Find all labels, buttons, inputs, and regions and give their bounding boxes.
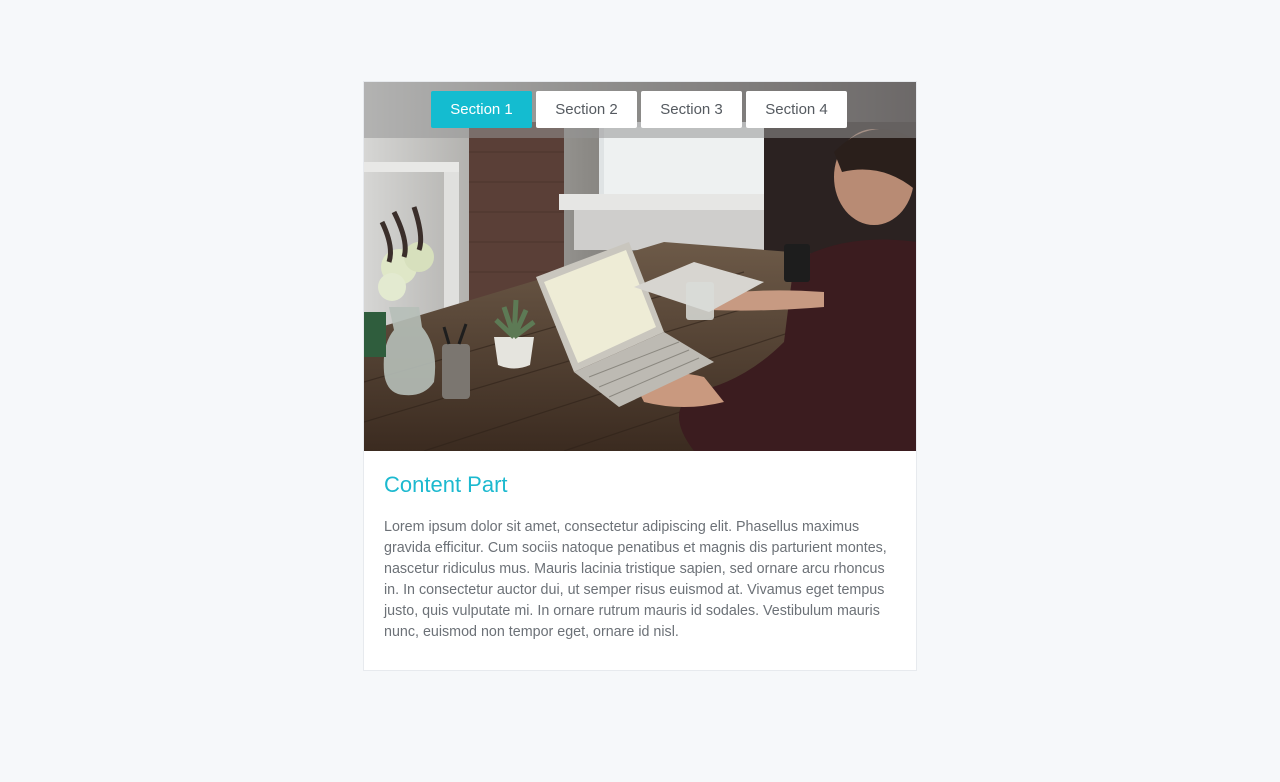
tab-section-2[interactable]: Section 2 (536, 91, 637, 128)
tab-section-1[interactable]: Section 1 (431, 91, 532, 128)
content-card: Section 1 Section 2 Section 3 Section 4 … (363, 81, 917, 671)
tab-section-3[interactable]: Section 3 (641, 91, 742, 128)
tab-section-4[interactable]: Section 4 (746, 91, 847, 128)
content-section: Content Part Lorem ipsum dolor sit amet,… (384, 451, 898, 643)
content-body: Lorem ipsum dolor sit amet, consectetur … (384, 519, 887, 640)
content-heading: Content Part (384, 472, 508, 497)
section-tab-bar: Section 1 Section 2 Section 3 Section 4 (364, 82, 916, 138)
